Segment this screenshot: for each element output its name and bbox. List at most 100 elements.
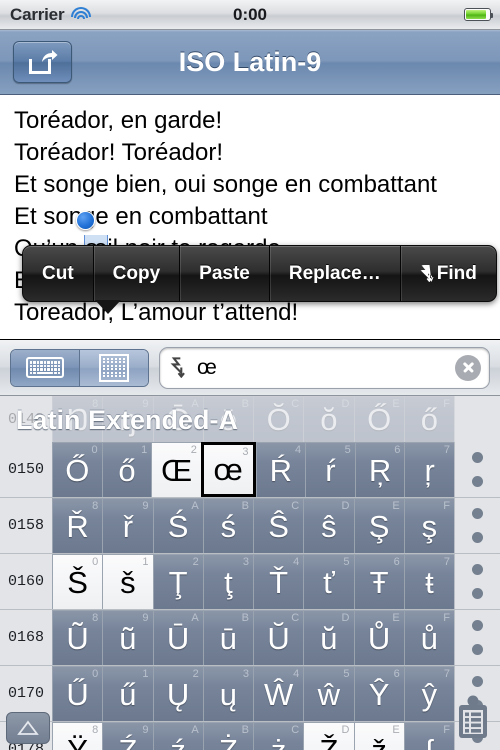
char-cell[interactable]: 9ũ bbox=[102, 610, 153, 665]
edit-menu-cut[interactable]: Cut bbox=[23, 246, 93, 301]
char-cell[interactable]: Fş bbox=[403, 498, 454, 553]
cell-index: 6 bbox=[394, 444, 401, 456]
cell-index: D bbox=[341, 500, 350, 512]
char-cell[interactable]: 0Š bbox=[52, 554, 103, 609]
edit-menu-find[interactable]: Find bbox=[399, 246, 496, 301]
mode-keyboard-button[interactable] bbox=[11, 349, 79, 386]
rail-dot[interactable] bbox=[472, 452, 483, 464]
char-cell[interactable]: 5ŕ bbox=[305, 442, 355, 497]
selection-handle-start[interactable] bbox=[75, 211, 95, 230]
char-cell[interactable]: 4Ť bbox=[253, 554, 304, 609]
cell-glyph: Œ bbox=[161, 452, 193, 488]
char-cell[interactable]: Dŭ bbox=[303, 610, 354, 665]
rail-column[interactable] bbox=[454, 554, 500, 609]
char-cell[interactable]: Bś bbox=[202, 498, 253, 553]
list-view-button[interactable] bbox=[454, 695, 492, 746]
char-cell[interactable]: 1š bbox=[102, 554, 153, 609]
cell-glyph: Ő bbox=[65, 452, 90, 488]
cell-glyph: Ŭ bbox=[267, 620, 290, 656]
char-cell[interactable]: 5ť bbox=[303, 554, 354, 609]
char-cell[interactable]: Cż bbox=[253, 722, 304, 750]
char-cell[interactable]: 6Ŗ bbox=[354, 442, 405, 497]
rail-dot[interactable] bbox=[472, 508, 483, 520]
cell-index: D bbox=[341, 612, 350, 624]
rail-dot[interactable] bbox=[472, 587, 483, 599]
edit-menu[interactable]: Cut Copy Paste Replace… Find bbox=[22, 245, 497, 314]
char-cell[interactable]: 1ő bbox=[101, 442, 152, 497]
rail-column[interactable] bbox=[454, 610, 500, 665]
char-cell[interactable]: 9ř bbox=[102, 498, 153, 553]
char-cell[interactable]: EŮ bbox=[353, 610, 404, 665]
char-cell[interactable]: Bū bbox=[202, 610, 253, 665]
cell-glyph: Ū bbox=[166, 620, 190, 656]
rail-dot[interactable] bbox=[472, 676, 483, 688]
edit-menu-paste[interactable]: Paste bbox=[179, 246, 269, 301]
char-cell[interactable]: 4Ŵ bbox=[253, 666, 304, 721]
cell-glyph: Ŝ bbox=[268, 508, 289, 544]
char-cell[interactable]: BŻ bbox=[202, 722, 253, 750]
char-cell[interactable]: 7ŗ bbox=[404, 442, 454, 497]
char-cell[interactable]: 1ű bbox=[102, 666, 153, 721]
char-cell[interactable]: Dŝ bbox=[303, 498, 354, 553]
scroll-up-button[interactable] bbox=[6, 712, 50, 744]
char-cell[interactable]: EŞ bbox=[353, 498, 404, 553]
table-row: 0150 0 Ő 1 ő 2 Œ 3 œ 4 Ŕ 5 ŕ 6 Ŗ 7 ŗ bbox=[0, 442, 500, 498]
edit-menu-copy[interactable]: Copy bbox=[92, 246, 180, 301]
char-cell[interactable]: 0Ű bbox=[52, 666, 103, 721]
char-cell[interactable]: CŬ bbox=[253, 610, 304, 665]
char-cell[interactable]: Fů bbox=[403, 610, 454, 665]
input-mode-segmented-control[interactable] bbox=[10, 348, 149, 387]
char-cell[interactable]: 4Ŕ bbox=[255, 442, 306, 497]
char-cell[interactable]: 6Ŷ bbox=[353, 666, 404, 721]
char-cell[interactable]: CŜ bbox=[253, 498, 304, 553]
rail-dot[interactable] bbox=[472, 531, 483, 543]
char-cell[interactable]: 9Ź bbox=[102, 722, 153, 750]
char-cell[interactable]: 0Ő bbox=[52, 442, 102, 497]
rail-dot[interactable] bbox=[472, 564, 483, 576]
char-cell[interactable]: 2Œ bbox=[151, 442, 201, 497]
cell-index: F bbox=[443, 500, 450, 512]
char-cell[interactable]: AŚ bbox=[152, 498, 203, 553]
char-cell[interactable]: AŪ bbox=[152, 610, 203, 665]
char-cell[interactable]: DŽ bbox=[303, 722, 354, 750]
mode-grid-button[interactable] bbox=[79, 349, 148, 386]
edit-menu-pointer bbox=[95, 300, 121, 314]
char-cell[interactable]: 2Ţ bbox=[152, 554, 203, 609]
cell-index: E bbox=[392, 612, 400, 624]
search-input[interactable]: œ bbox=[197, 356, 445, 380]
character-rows[interactable]: 0150 0 Ő 1 ő 2 Œ 3 œ 4 Ŕ 5 ŕ 6 Ŗ 7 ŗ 0158 8 Ř 9 ř A Ś Bś C Ŝ Dŝ E Ş Fş… bbox=[0, 442, 500, 750]
cell-index: 3 bbox=[242, 668, 249, 680]
char-cell[interactable]: Ež bbox=[353, 722, 404, 750]
cell-index: 6 bbox=[393, 556, 400, 568]
share-button[interactable] bbox=[13, 41, 72, 83]
clear-icon[interactable] bbox=[455, 354, 481, 381]
char-cell[interactable]: 8Ÿ bbox=[52, 722, 103, 750]
char-cell[interactable]: Fſ bbox=[403, 722, 454, 750]
char-cell: CŎ bbox=[253, 396, 304, 442]
character-table[interactable]: 0148 8Ŋ 9ŋ AŌ Bō CŎ Dŏ EŐ Fő Latin Exten… bbox=[0, 396, 500, 750]
rail-column[interactable] bbox=[454, 442, 500, 497]
cell-glyph: ť bbox=[323, 564, 335, 600]
char-cell[interactable]: 8Ũ bbox=[52, 610, 103, 665]
char-cell[interactable]: 3ų bbox=[202, 666, 253, 721]
search-field[interactable]: œ bbox=[159, 346, 490, 389]
rail-dot[interactable] bbox=[472, 643, 483, 655]
char-cell[interactable]: 7ŧ bbox=[403, 554, 454, 609]
char-cell[interactable]: 6Ŧ bbox=[353, 554, 404, 609]
char-cell[interactable]: 2Ų bbox=[152, 666, 203, 721]
rail-column[interactable] bbox=[454, 498, 500, 553]
rail-dot[interactable] bbox=[472, 475, 483, 487]
edit-menu-replace[interactable]: Replace… bbox=[268, 246, 400, 301]
char-cell[interactable]: 7ŷ bbox=[403, 666, 454, 721]
rail-dot[interactable] bbox=[472, 620, 483, 632]
char-cell[interactable]: Aź bbox=[152, 722, 203, 750]
char-cell[interactable]: 3ţ bbox=[202, 554, 253, 609]
char-cell[interactable]: 5ŵ bbox=[303, 666, 354, 721]
char-cell[interactable]: 8Ř bbox=[52, 498, 103, 553]
char-cell[interactable]: 3œ bbox=[200, 442, 256, 497]
cell-glyph: ů bbox=[420, 620, 438, 656]
list-view-icon bbox=[459, 695, 487, 738]
cell-index: E bbox=[392, 398, 400, 410]
cell-glyph: Ŧ bbox=[369, 564, 389, 600]
lyrics-text-view[interactable]: Toréador, en garde! Toréador! Toréador! … bbox=[0, 95, 500, 340]
